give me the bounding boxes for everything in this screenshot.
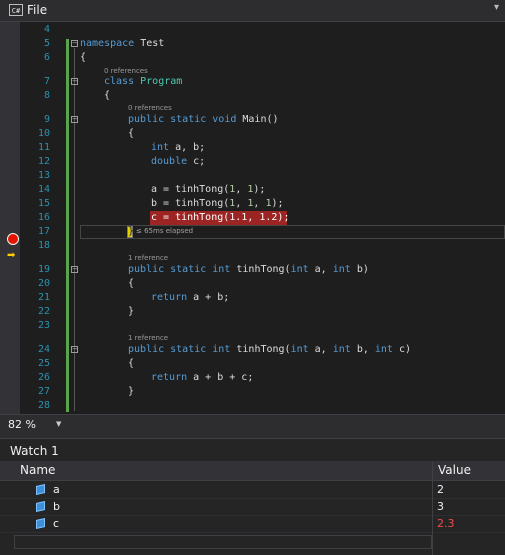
- watch-panel: Watch 1 Name Value a 2 b 3 c 2.3: [0, 438, 505, 555]
- column-header-value[interactable]: Value: [438, 463, 471, 477]
- code-line: }: [128, 386, 135, 397]
- code-line: {: [128, 128, 135, 139]
- line-number: 26: [37, 372, 50, 383]
- line-number: 7: [43, 76, 50, 87]
- codelens-references[interactable]: 0 references: [128, 103, 172, 113]
- line-number: 20: [37, 278, 50, 289]
- code-line: double c;: [151, 156, 206, 167]
- variable-icon: [36, 518, 45, 529]
- collapse-class-icon[interactable]: −: [71, 78, 78, 85]
- file-title[interactable]: File: [27, 3, 47, 17]
- variable-icon: [36, 484, 45, 495]
- current-statement-arrow-icon: ➡: [7, 250, 16, 261]
- line-number: 17: [37, 226, 50, 237]
- code-line: public static int tinhTong(int a, int b,…: [128, 344, 412, 355]
- line-number: 9: [43, 114, 50, 125]
- line-number: 12: [37, 156, 50, 167]
- collapse-namespace-icon[interactable]: −: [71, 40, 78, 47]
- code-line-breakpoint: c = tinhTong(1.1, 1.2);: [151, 212, 290, 223]
- line-number: 25: [37, 358, 50, 369]
- zoom-level-value: 82 %: [8, 418, 36, 431]
- code-line: namespace Test: [80, 38, 165, 49]
- code-line: a = tinhTong(1, 1);: [151, 184, 266, 195]
- line-number: 24: [37, 344, 50, 355]
- watch-value-changed[interactable]: 2.3: [437, 517, 455, 530]
- line-number: 15: [37, 198, 50, 209]
- collapse-method-icon[interactable]: −: [71, 346, 78, 353]
- code-line: public static void Main(): [128, 114, 279, 125]
- variable-icon: [36, 501, 45, 512]
- line-number: 6: [43, 52, 50, 63]
- line-number: 27: [37, 386, 50, 397]
- glyph-margin[interactable]: [0, 22, 20, 414]
- watch-value[interactable]: 3: [437, 500, 444, 513]
- perf-tip-elapsed[interactable]: ≤ 65ms elapsed: [136, 227, 193, 235]
- watch-panel-title[interactable]: Watch 1: [10, 444, 59, 458]
- collapse-main-icon[interactable]: −: [71, 116, 78, 123]
- line-number: 22: [37, 306, 50, 317]
- line-number: 5: [43, 38, 50, 49]
- line-number: 18: [37, 240, 50, 251]
- breakpoint-icon[interactable]: [7, 233, 19, 245]
- line-number: 8: [43, 90, 50, 101]
- code-line: }: [128, 226, 135, 237]
- chevron-down-icon[interactable]: ▾: [494, 2, 499, 13]
- watch-name[interactable]: b: [53, 500, 60, 513]
- code-line: {: [128, 278, 135, 289]
- code-line: class Program: [104, 76, 183, 87]
- line-number: 10: [37, 128, 50, 139]
- outline-line: [74, 48, 75, 411]
- line-number: 16: [37, 212, 50, 223]
- code-line: public static int tinhTong(int a, int b): [128, 264, 369, 275]
- editor-status-bar: 82 % ▼: [0, 414, 505, 435]
- code-line: return a + b + c;: [151, 372, 254, 383]
- csharp-file-icon: C#: [9, 4, 23, 16]
- code-line: {: [104, 90, 111, 101]
- line-number: 28: [37, 400, 50, 411]
- watch-value[interactable]: 2: [437, 483, 444, 496]
- watch-row[interactable]: a 2: [0, 482, 505, 499]
- code-line: int a, b;: [151, 142, 206, 153]
- line-number: 23: [37, 320, 50, 331]
- column-separator[interactable]: [432, 461, 433, 555]
- line-number: 19: [37, 264, 50, 275]
- zoom-level-select[interactable]: 82 % ▼: [3, 417, 63, 432]
- line-number: 11: [37, 142, 50, 153]
- collapse-method-icon[interactable]: −: [71, 266, 78, 273]
- code-line: {: [128, 358, 135, 369]
- file-bar: C# File ▾: [0, 0, 505, 22]
- watch-name[interactable]: c: [53, 517, 59, 530]
- watch-row[interactable]: c 2.3: [0, 516, 505, 533]
- change-tracking-bar: [66, 39, 69, 412]
- codelens-references[interactable]: 1 reference: [128, 253, 168, 263]
- code-line: return a + b;: [151, 292, 230, 303]
- watch-header: Name Value: [0, 461, 505, 481]
- code-line: {: [80, 52, 87, 63]
- add-watch-input[interactable]: [14, 535, 432, 549]
- codelens-references[interactable]: 1 reference: [128, 333, 168, 343]
- code-editor[interactable]: ➡ 4 5 6 7 8 9 10 11 12 13 14 15 16 17 18…: [0, 22, 505, 414]
- watch-row[interactable]: b 3: [0, 499, 505, 516]
- watch-name[interactable]: a: [53, 483, 60, 496]
- line-number: 14: [37, 184, 50, 195]
- column-header-name[interactable]: Name: [20, 463, 55, 477]
- line-number: 13: [37, 170, 50, 181]
- chevron-down-icon[interactable]: ▼: [56, 420, 61, 428]
- code-line: }: [128, 306, 135, 317]
- code-line: b = tinhTong(1, 1, 1);: [151, 198, 284, 209]
- line-number: 21: [37, 292, 50, 303]
- line-number: 4: [43, 24, 50, 35]
